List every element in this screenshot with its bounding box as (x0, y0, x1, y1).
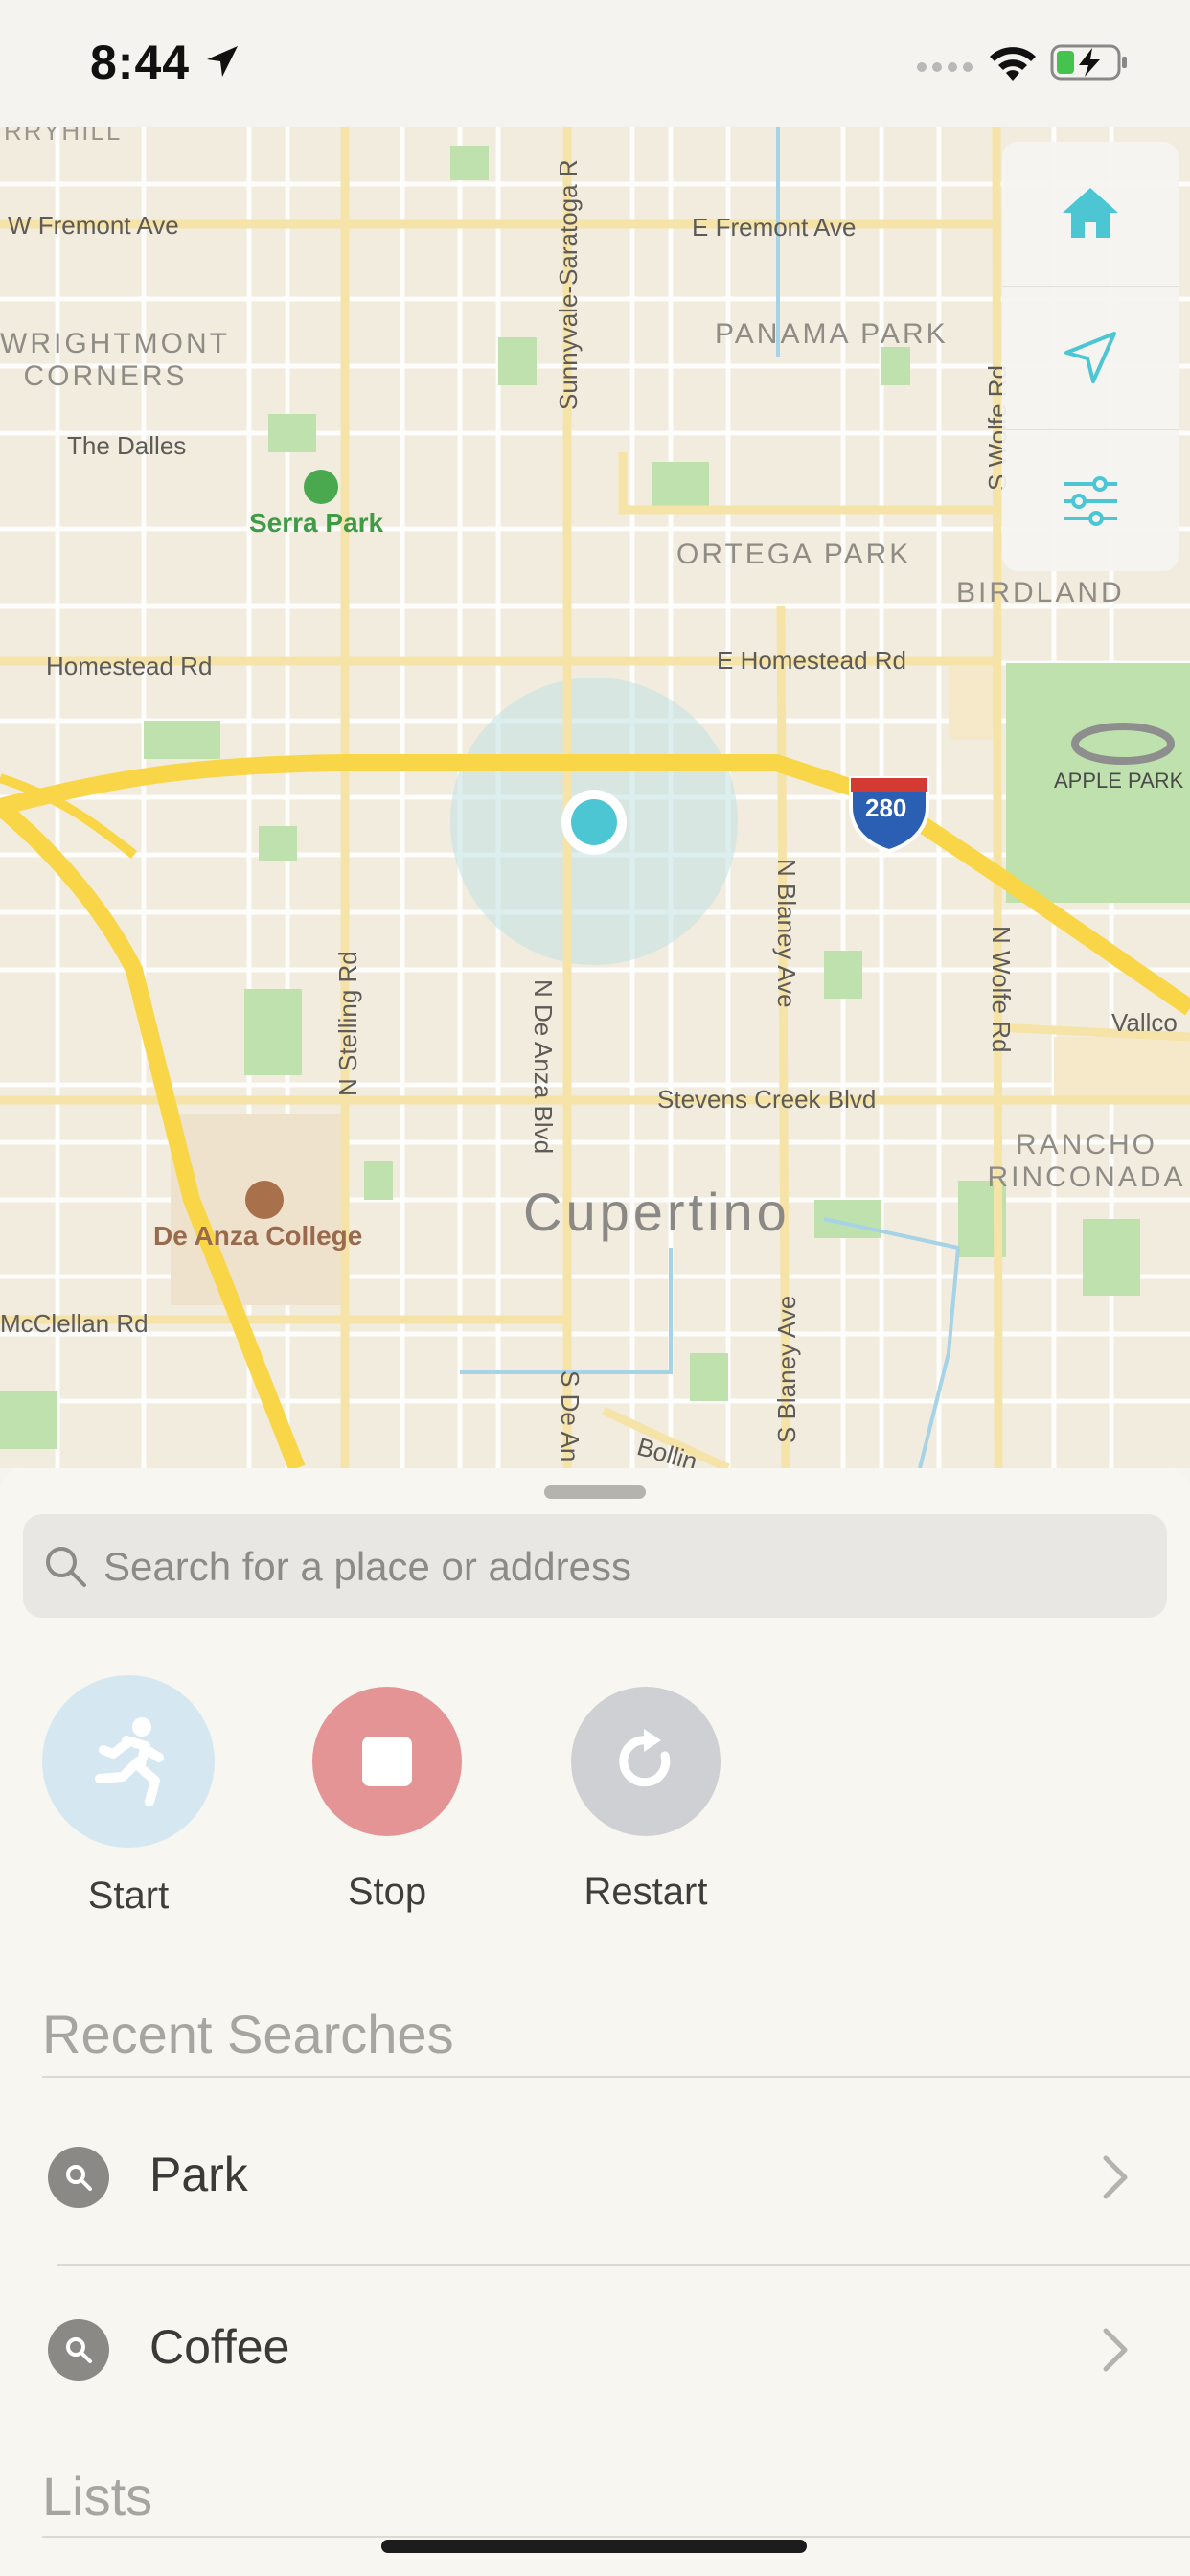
recent-search-label: Park (149, 2148, 248, 2201)
home-indicator[interactable] (381, 2540, 807, 2553)
map-road-e-homestead: E Homestead Rd (717, 646, 906, 675)
map-place-de-anza-college[interactable]: De Anza College (153, 1221, 362, 1252)
status-time: 8:44 (90, 35, 191, 89)
search-icon (46, 1547, 86, 1587)
map-road-homestead: Homestead Rd (46, 652, 213, 680)
map-controls-panel (1002, 142, 1179, 571)
chevron-right-icon (1103, 2155, 1128, 2199)
map-label-top-left: RRYHILL (4, 126, 123, 146)
recent-searches-divider (42, 2076, 1190, 2078)
start-circle[interactable] (42, 1675, 215, 1848)
sliders-icon (1064, 476, 1117, 526)
start-button[interactable]: Start (42, 1675, 215, 1918)
map-road-mcclellan: McClellan Rd (0, 1309, 149, 1338)
map-road-the-dalles: The Dalles (67, 431, 187, 460)
recent-search-row[interactable]: Park (0, 2097, 1190, 2260)
map-road-n-blaney: N Blaney Ave (772, 859, 801, 1008)
home-button[interactable] (1002, 142, 1179, 284)
search-icon (48, 2147, 109, 2208)
map-city-cupertino: Cupertino (523, 1182, 790, 1242)
map-interstate-shield-label: 280 (865, 794, 907, 822)
map-road-n-stelling: N Stelling Rd (333, 951, 362, 1096)
status-bar: 8:44 (0, 0, 1190, 126)
map-district-rancho: RANCHO RINCONADA (987, 1129, 1186, 1193)
start-label: Start (87, 1874, 170, 1917)
map-road-sunnyvale-saratoga: Sunnyvale-Saratoga R (554, 159, 583, 410)
filter-settings-button[interactable] (1002, 429, 1179, 572)
battery-charging-icon (1050, 44, 1127, 80)
lists-divider (42, 2536, 1190, 2538)
search-bar[interactable] (23, 1514, 1167, 1620)
home-icon (1063, 188, 1118, 238)
bottom-sheet: Start Stop Restart Recent Searches Park (0, 1468, 1190, 2576)
location-arrow-icon (207, 46, 238, 77)
restart-label: Restart (584, 1871, 708, 1913)
map-road-vallco: Vallco (1111, 1008, 1178, 1037)
map-place-serra-park[interactable]: Serra Park (249, 508, 383, 539)
sheet-grabber[interactable] (544, 1485, 646, 1499)
lists-title: Lists (42, 2466, 153, 2526)
recent-searches-title: Recent Searches (42, 2004, 454, 2064)
navigation-arrow-icon (1064, 332, 1116, 383)
map-road-n-wolfe: N Wolfe Rd (987, 926, 1016, 1053)
recent-search-label: Coffee (149, 2320, 290, 2374)
wifi-icon (990, 47, 1036, 80)
recent-search-row[interactable]: Coffee (0, 2269, 1190, 2432)
map-district-panama-park: PANAMA PARK (715, 318, 949, 350)
search-input[interactable] (102, 1514, 1140, 1620)
map-road-stevens-creek: Stevens Creek Blvd (657, 1085, 877, 1114)
row-divider (57, 2264, 1190, 2266)
stop-circle[interactable] (312, 1687, 462, 1836)
map-district-wrightmont: WRIGHTMONT CORNERS (0, 328, 230, 392)
map-district-ortega-park: ORTEGA PARK (676, 539, 912, 570)
map-road-s-blaney: S Blaney Ave (772, 1295, 801, 1443)
stop-icon (362, 1736, 412, 1786)
restart-icon (619, 1729, 671, 1787)
map-road-w-fremont: W Fremont Ave (8, 211, 179, 240)
map-place-apple-park[interactable]: APPLE PARK (1054, 769, 1183, 794)
restart-circle[interactable] (571, 1687, 721, 1836)
cellular-signal-icon (917, 62, 973, 72)
restart-button[interactable]: Restart (560, 1687, 732, 1914)
stop-button[interactable]: Stop (301, 1687, 473, 1914)
stop-label: Stop (347, 1871, 427, 1913)
chevron-right-icon (1103, 2328, 1128, 2372)
map-road-s-de-anza: S De An (556, 1370, 584, 1462)
map-district-birdland: BIRDLAND (956, 577, 1125, 609)
map-road-n-de-anza: N De Anza Blvd (529, 979, 558, 1155)
locate-me-button[interactable] (1002, 286, 1179, 428)
search-icon (48, 2319, 109, 2380)
running-person-icon (95, 1717, 164, 1806)
map-road-e-fremont: E Fremont Ave (692, 213, 857, 242)
